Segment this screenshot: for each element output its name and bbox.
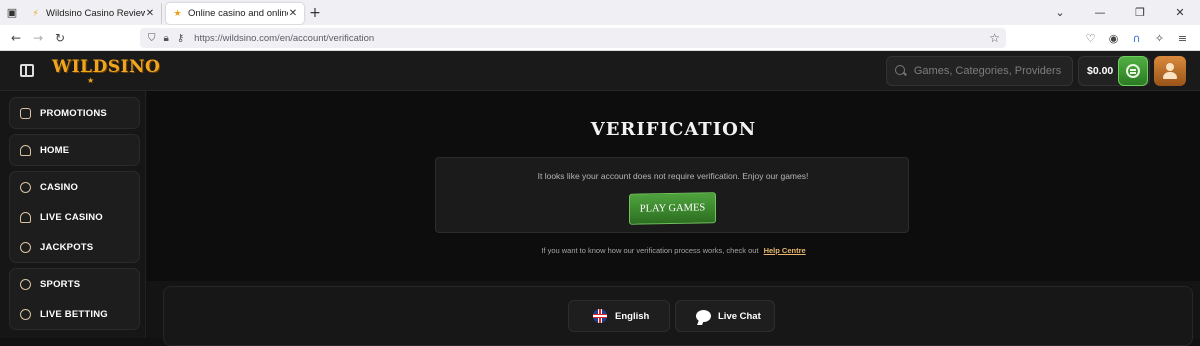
tab-title: Online casino and online bettin [188, 8, 288, 19]
search-input[interactable] [913, 65, 1072, 77]
spade-icon [20, 211, 31, 223]
deposit-button[interactable] [1118, 56, 1148, 86]
footer-area [147, 281, 1200, 346]
sidebar-item-label: HOME [40, 144, 70, 156]
verification-card: It looks like your account does not requ… [435, 157, 909, 233]
extensions-icon[interactable]: ✧ [1148, 32, 1171, 45]
sidebar-item-home[interactable]: HOME [10, 135, 139, 165]
sidebar-item-sports[interactable]: SPORTS [10, 269, 139, 299]
key-icon[interactable]: ⚷ [177, 33, 184, 44]
tab-favicon-icon: ⚡ [32, 8, 39, 19]
forward-icon[interactable]: → [27, 31, 49, 45]
extension-arc-icon[interactable]: ∩ [1125, 32, 1148, 45]
help-text-body: If you want to know how our verification… [541, 246, 759, 255]
sidebar-group-sports: SPORTS LIVE BETTING [9, 268, 140, 330]
casino-chip-icon [20, 181, 31, 193]
tab-overview-icon[interactable]: ▣ [0, 0, 24, 25]
maximize-icon[interactable]: ❐ [1120, 6, 1160, 19]
sidebar-item-live-casino[interactable]: LIVE CASINO [10, 202, 139, 232]
uk-flag-icon [593, 309, 607, 323]
tab-favicon-icon: ★ [173, 8, 182, 19]
sidebar-item-label: PROMOTIONS [40, 107, 107, 119]
close-tab-icon[interactable]: ✕ [288, 8, 298, 19]
sidebar-group-home: HOME [9, 134, 140, 166]
sidebar-item-label: SPORTS [40, 278, 81, 290]
browser-nav-bar: ← → ↻ ⛉ 🔒︎ ⚷ https://wildsino.com/en/acc… [0, 25, 1200, 51]
page-title: VERIFICATION [590, 119, 757, 140]
live-betting-icon [20, 308, 31, 320]
gift-icon [20, 107, 31, 119]
sidebar-item-label: LIVE CASINO [40, 211, 103, 223]
help-text: If you want to know how our verification… [147, 246, 1200, 255]
coins-icon [1126, 64, 1140, 78]
sidebar-item-label: JACKPOTS [40, 241, 94, 253]
balance-amount: $0.00 [1087, 65, 1114, 77]
sidebar-item-live-betting[interactable]: LIVE BETTING [10, 299, 139, 329]
site-header: WILDSINO ★ $0.00 [0, 51, 1200, 91]
sidebar: PROMOTIONS HOME CASINO LIVE CASINO JACKP… [0, 91, 146, 338]
live-chat-button[interactable]: Live Chat [675, 300, 775, 332]
address-bar[interactable]: ⛉ 🔒︎ ⚷ https://wildsino.com/en/account/v… [140, 28, 1006, 48]
sidebar-group-casino: CASINO LIVE CASINO JACKPOTS [9, 171, 140, 263]
language-label: English [615, 310, 650, 322]
close-tab-icon[interactable]: ✕ [145, 8, 155, 19]
back-icon[interactable]: ← [5, 31, 27, 45]
shield-icon[interactable]: ⛉ [148, 33, 156, 44]
jackpot-coin-icon [20, 241, 31, 253]
tab-title: Wildsino Casino Review ⊳ 15% [46, 8, 145, 19]
home-icon [20, 144, 31, 156]
chat-bubble-icon [696, 310, 711, 322]
browser-tab-active[interactable]: ★ Online casino and online bettin ✕ [166, 3, 304, 24]
sidebar-item-promotions[interactable]: PROMOTIONS [10, 98, 139, 128]
window-controls: ⌄ — ❐ ✕ [1040, 0, 1200, 25]
reload-icon[interactable]: ↻ [49, 31, 71, 45]
language-button[interactable]: English [568, 300, 670, 332]
bookmark-star-icon[interactable]: ☆ [989, 31, 1000, 45]
sidebar-item-label: LIVE BETTING [40, 308, 108, 320]
close-window-icon[interactable]: ✕ [1160, 6, 1200, 19]
search-icon [895, 65, 907, 77]
sidebar-group-promotions: PROMOTIONS [9, 97, 140, 129]
sidebar-toggle-icon[interactable] [20, 64, 34, 77]
menu-icon[interactable]: ≡ [1171, 32, 1194, 45]
sidebar-item-jackpots[interactable]: JACKPOTS [10, 232, 139, 262]
lock-icon[interactable]: 🔒︎ [164, 33, 169, 44]
sidebar-item-casino[interactable]: CASINO [10, 172, 139, 202]
search-box[interactable] [886, 56, 1073, 86]
new-tab-icon[interactable]: + [304, 5, 326, 21]
profile-button[interactable] [1154, 56, 1186, 86]
account-icon[interactable]: ◉ [1102, 32, 1125, 45]
tab-list-icon[interactable]: ⌄ [1040, 6, 1080, 19]
sidebar-item-label: CASINO [40, 181, 79, 193]
help-centre-link[interactable]: Help Centre [764, 246, 806, 255]
pocket-icon[interactable]: ♡ [1079, 32, 1102, 45]
browser-tab-bar: ▣ ⚡ Wildsino Casino Review ⊳ 15% ✕ ★ Onl… [0, 0, 1200, 25]
user-icon [1163, 63, 1177, 79]
play-games-button[interactable]: PLAY GAMES [629, 192, 716, 225]
live-chat-label: Live Chat [718, 310, 761, 322]
football-icon [20, 278, 31, 290]
site-logo[interactable]: WILDSINO [52, 57, 160, 77]
verification-message: It looks like your account does not requ… [537, 171, 809, 181]
logo-star-icon: ★ [87, 76, 95, 85]
toolbar-icons: ♡ ◉ ∩ ✧ ≡ [1079, 25, 1194, 51]
minimize-icon[interactable]: — [1080, 6, 1120, 19]
main-content: VERIFICATION It looks like your account … [147, 91, 1200, 281]
url-text[interactable]: https://wildsino.com/en/account/verifica… [194, 33, 374, 44]
browser-tab-review[interactable]: ⚡ Wildsino Casino Review ⊳ 15% ✕ [24, 3, 162, 24]
